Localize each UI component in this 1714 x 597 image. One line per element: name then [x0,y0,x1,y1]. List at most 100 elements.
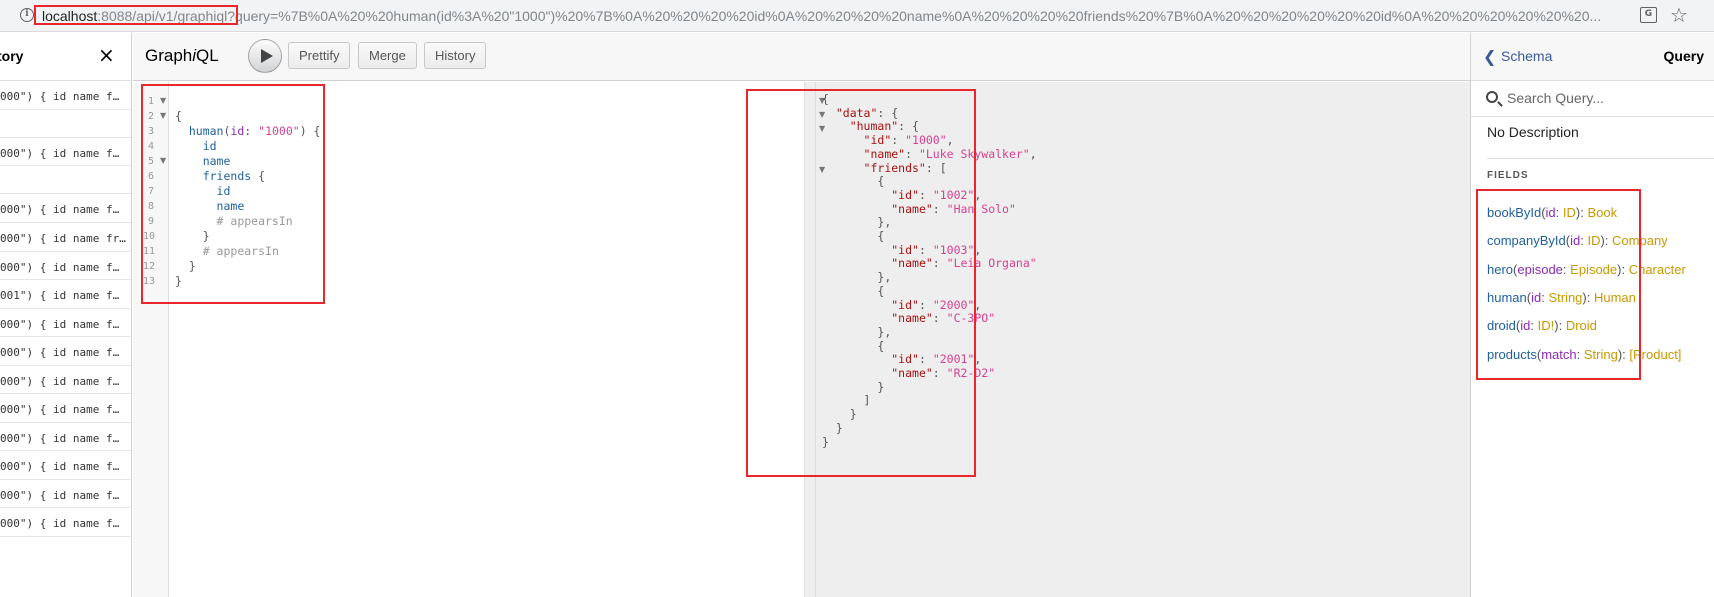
history-item[interactable]: 000") { id name f… [0,423,131,451]
field-token: companyById [1487,233,1566,249]
line-number: 8 [148,201,155,212]
field-hero[interactable]: hero(episode: Episode): Character [1487,262,1686,277]
fold-arrow-icon[interactable]: ▼ [160,111,166,120]
field-token: : [1555,205,1563,220]
history-item[interactable]: 000") { id name f… [0,252,131,280]
field-token: products [1487,346,1537,362]
history-item[interactable]: 000") { id name fr… [0,223,131,252]
history-item[interactable]: 000") { id name f… [0,81,131,110]
query-editor[interactable]: 1 2 3 4 5 6 7 8 9 10 11 12 13 ▼ ▼ ▼ { human(id: "100… [133,82,804,597]
history-item[interactable]: 000") { id name f… [0,394,131,423]
line-number: 1 [148,96,155,107]
json-token: "data" [835,105,878,120]
code-token: ) { [299,124,321,138]
json-token: : [918,187,933,202]
field-token: human [1487,289,1527,305]
history-item[interactable]: 000") { id name f… [0,480,131,508]
history-button[interactable]: History [424,42,487,69]
json-token: "1002" [932,187,975,202]
search-icon [1486,91,1498,103]
history-item[interactable]: 000") { id name f… [0,366,131,394]
field-token: match [1541,346,1577,362]
pane-resize-handle[interactable] [804,82,816,597]
field-token: id [1531,289,1542,305]
fold-arrow-icon[interactable]: ▼ [160,156,166,165]
json-token: , [974,242,982,257]
fields-heading: FIELDS [1487,170,1529,181]
logo-part: Graph [145,46,193,65]
field-token: ): [1617,346,1630,362]
field-companyById[interactable]: companyById(id: ID): Company [1487,233,1668,248]
field-products[interactable]: products(match: String): [Product] [1487,347,1681,362]
line-number: 4 [148,141,155,152]
field-token: id [1570,233,1581,249]
field-bookById[interactable]: bookById(id: ID): Book [1487,205,1617,220]
field-token: id [1520,318,1531,334]
json-token: "Leia Organa" [946,256,1037,271]
history-item[interactable]: 000") { id name f… [0,451,131,480]
bookmark-star-icon[interactable]: ☆ [1670,3,1688,27]
field-token: ): [1617,261,1629,277]
history-item[interactable] [0,110,131,138]
line-number: 6 [148,171,155,182]
merge-button[interactable]: Merge [358,42,417,69]
line-number: 7 [148,186,155,197]
json-token: , [974,187,982,202]
json-token: "2000" [932,297,975,312]
field-token: Company [1612,233,1668,249]
json-token: : { [877,105,899,120]
json-token: } [835,420,843,435]
code-token: human [188,124,224,138]
result-pane: ▼ ▼ ▼ ▼ { "data": { "human": { "id": "10… [816,82,1470,597]
history-item[interactable]: 000") { id name f… [0,309,131,337]
json-token: "name" [891,256,933,271]
json-token: "id" [891,297,919,312]
field-token: bookById [1487,205,1542,220]
divider [1487,158,1714,159]
history-item[interactable]: 000") { id name f… [0,138,131,166]
field-token: Droid [1565,318,1597,334]
history-item[interactable]: 000") { id name f… [0,194,131,223]
json-token: "2001" [932,352,975,367]
info-icon[interactable]: i [20,8,34,22]
url-field[interactable]: localhost:8088/api/v1/graphiql?query=%7B… [42,6,1612,26]
prettify-button[interactable]: Prettify [288,42,351,69]
chevron-left-icon[interactable]: ❮ [1483,47,1496,66]
field-token: ): [1582,289,1594,305]
json-token: "1003" [932,242,975,257]
line-number: 11 [143,246,156,257]
history-item[interactable] [0,166,131,194]
json-token: "friends" [863,160,926,175]
json-token: "C-3PO" [946,311,996,326]
field-token: id [1545,205,1556,220]
history-item[interactable]: 000") { id name f… [0,337,131,366]
json-token: "name" [891,311,933,326]
translate-icon[interactable]: G [1640,7,1657,23]
json-token: : [905,146,919,161]
field-human[interactable]: human(id: String): Human [1487,290,1636,305]
field-token: Episode [1570,261,1618,277]
close-icon[interactable]: × [98,43,115,67]
json-token: , [946,133,954,148]
docs-header: ❮ Schema Query [1471,33,1714,81]
field-droid[interactable]: droid(id: ID!): Droid [1487,318,1597,333]
documentation-explorer: ❮ Schema Query No Description FIELDS boo… [1470,33,1714,597]
json-token: : [891,133,906,148]
code-token: } [188,259,196,273]
history-item[interactable]: 001") { id name f… [0,280,131,309]
docs-search [1471,81,1714,117]
field-token: [Product] [1629,346,1682,362]
json-token: , [974,297,982,312]
execute-query-button[interactable] [248,39,282,73]
json-token: "Luke Skywalker" [918,146,1030,161]
field-token: droid [1487,318,1516,334]
fold-arrow-icon[interactable]: ▼ [160,96,166,105]
json-token: }, [877,215,892,230]
history-item[interactable]: 000") { id name f… [0,508,131,537]
schema-back-link[interactable]: Schema [1501,48,1552,64]
address-bar[interactable]: i localhost:8088/api/v1/graphiql?query=%… [0,0,1714,32]
json-token: , [974,352,982,367]
json-token: "R2-D2" [946,366,996,381]
search-input[interactable] [1507,90,1702,106]
code-token: id [202,139,217,153]
